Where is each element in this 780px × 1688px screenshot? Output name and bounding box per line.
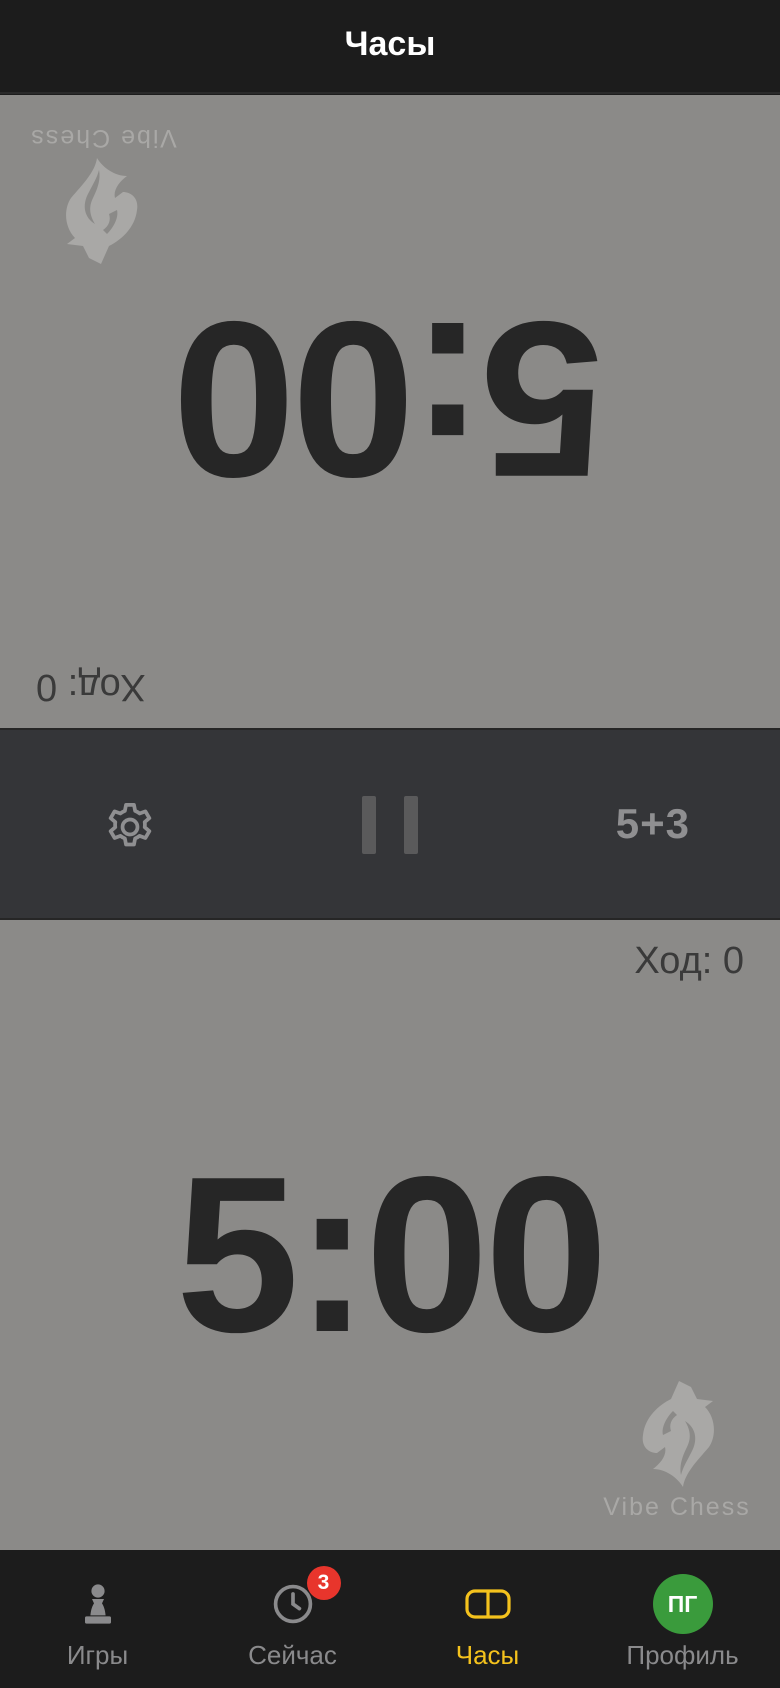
knight-logo-icon <box>642 1381 714 1487</box>
pause-icon <box>362 796 376 854</box>
tab-games-label: Игры <box>66 1640 129 1670</box>
pause-button[interactable] <box>362 796 418 856</box>
tab-profile[interactable]: ПГ Профиль <box>585 1550 780 1688</box>
pawn-icon <box>74 1580 122 1628</box>
top-move-counter: Ход: 0 <box>36 666 146 708</box>
chess-clock-icon <box>464 1580 512 1628</box>
page-title: Часы <box>344 24 436 63</box>
settings-button[interactable] <box>98 795 162 859</box>
tab-profile-label: Профиль <box>626 1640 739 1670</box>
tab-games[interactable]: Игры <box>0 1550 195 1688</box>
tab-clock[interactable]: Часы <box>390 1550 585 1688</box>
avatar: ПГ <box>652 1574 713 1634</box>
bottom-clock-time: 5:00 <box>175 1131 608 1379</box>
knight-logo-icon <box>66 158 138 264</box>
top-player-clock-panel[interactable]: Ход: 0 5:00 Vibe Chess <box>0 95 780 728</box>
bottom-tab-bar: Игры 3 Сейчас Часы ПГ Профиль <box>0 1550 780 1688</box>
top-logo: Vibe Chess <box>28 123 178 268</box>
tab-now[interactable]: 3 Сейчас <box>195 1550 390 1688</box>
bottom-logo: Vibe Chess <box>602 1377 752 1522</box>
clock-control-bar: 5+3 <box>0 728 780 920</box>
bottom-logo-text: Vibe Chess <box>603 1493 751 1521</box>
header: Часы <box>0 0 780 94</box>
bottom-move-counter: Ход: 0 <box>634 940 744 982</box>
bottom-player-clock-panel[interactable]: Ход: 0 5:00 Vibe Chess <box>0 920 780 1550</box>
tab-clock-label: Часы <box>455 1640 520 1670</box>
chess-clock-screen: Часы Ход: 0 5:00 Vibe Chess 5+3 Ход: 0 5… <box>0 0 780 1688</box>
top-clock-time: 5:00 <box>175 275 605 523</box>
tab-now-label: Сейчас <box>248 1640 337 1670</box>
time-control-button[interactable]: 5+3 <box>616 800 690 848</box>
notification-badge: 3 <box>306 1566 341 1600</box>
top-logo-text: Vibe Chess <box>29 124 177 152</box>
gear-icon <box>108 802 152 847</box>
